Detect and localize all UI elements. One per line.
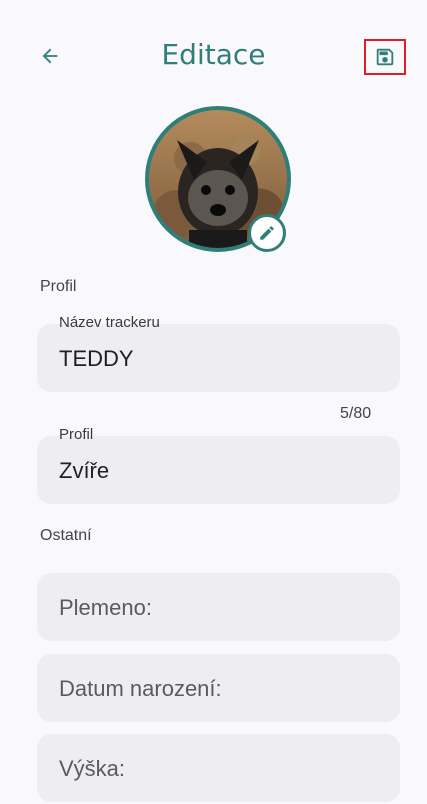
profile-value: Zvíře bbox=[59, 458, 110, 483]
birth-date-placeholder: Datum narození: bbox=[59, 676, 222, 701]
height-field[interactable]: Výška: bbox=[37, 734, 400, 802]
top-app-bar: Editace bbox=[0, 0, 427, 110]
tracker-name-label: Název trackeru bbox=[59, 314, 160, 331]
page-title: Editace bbox=[161, 38, 266, 71]
save-button[interactable] bbox=[364, 39, 406, 75]
breed-placeholder: Plemeno: bbox=[59, 595, 152, 620]
profile-field[interactable]: Profil Zvíře bbox=[37, 426, 400, 504]
height-placeholder: Výška: bbox=[59, 756, 126, 781]
avatar-container bbox=[145, 106, 291, 252]
breed-field[interactable]: Plemeno: bbox=[37, 573, 400, 641]
pencil-icon bbox=[260, 226, 274, 240]
tracker-name-value: TEDDY bbox=[59, 346, 134, 371]
save-icon bbox=[376, 48, 394, 66]
char-counter: 5/80 bbox=[340, 405, 372, 422]
profile-label: Profil bbox=[59, 426, 94, 443]
edit-photo-button[interactable] bbox=[248, 214, 286, 252]
tracker-name-field[interactable]: Název trackeru TEDDY bbox=[37, 314, 400, 392]
section-profile-label: Profil bbox=[40, 278, 77, 295]
section-other-label: Ostatní bbox=[40, 527, 92, 544]
birth-date-field[interactable]: Datum narození: bbox=[37, 654, 400, 722]
